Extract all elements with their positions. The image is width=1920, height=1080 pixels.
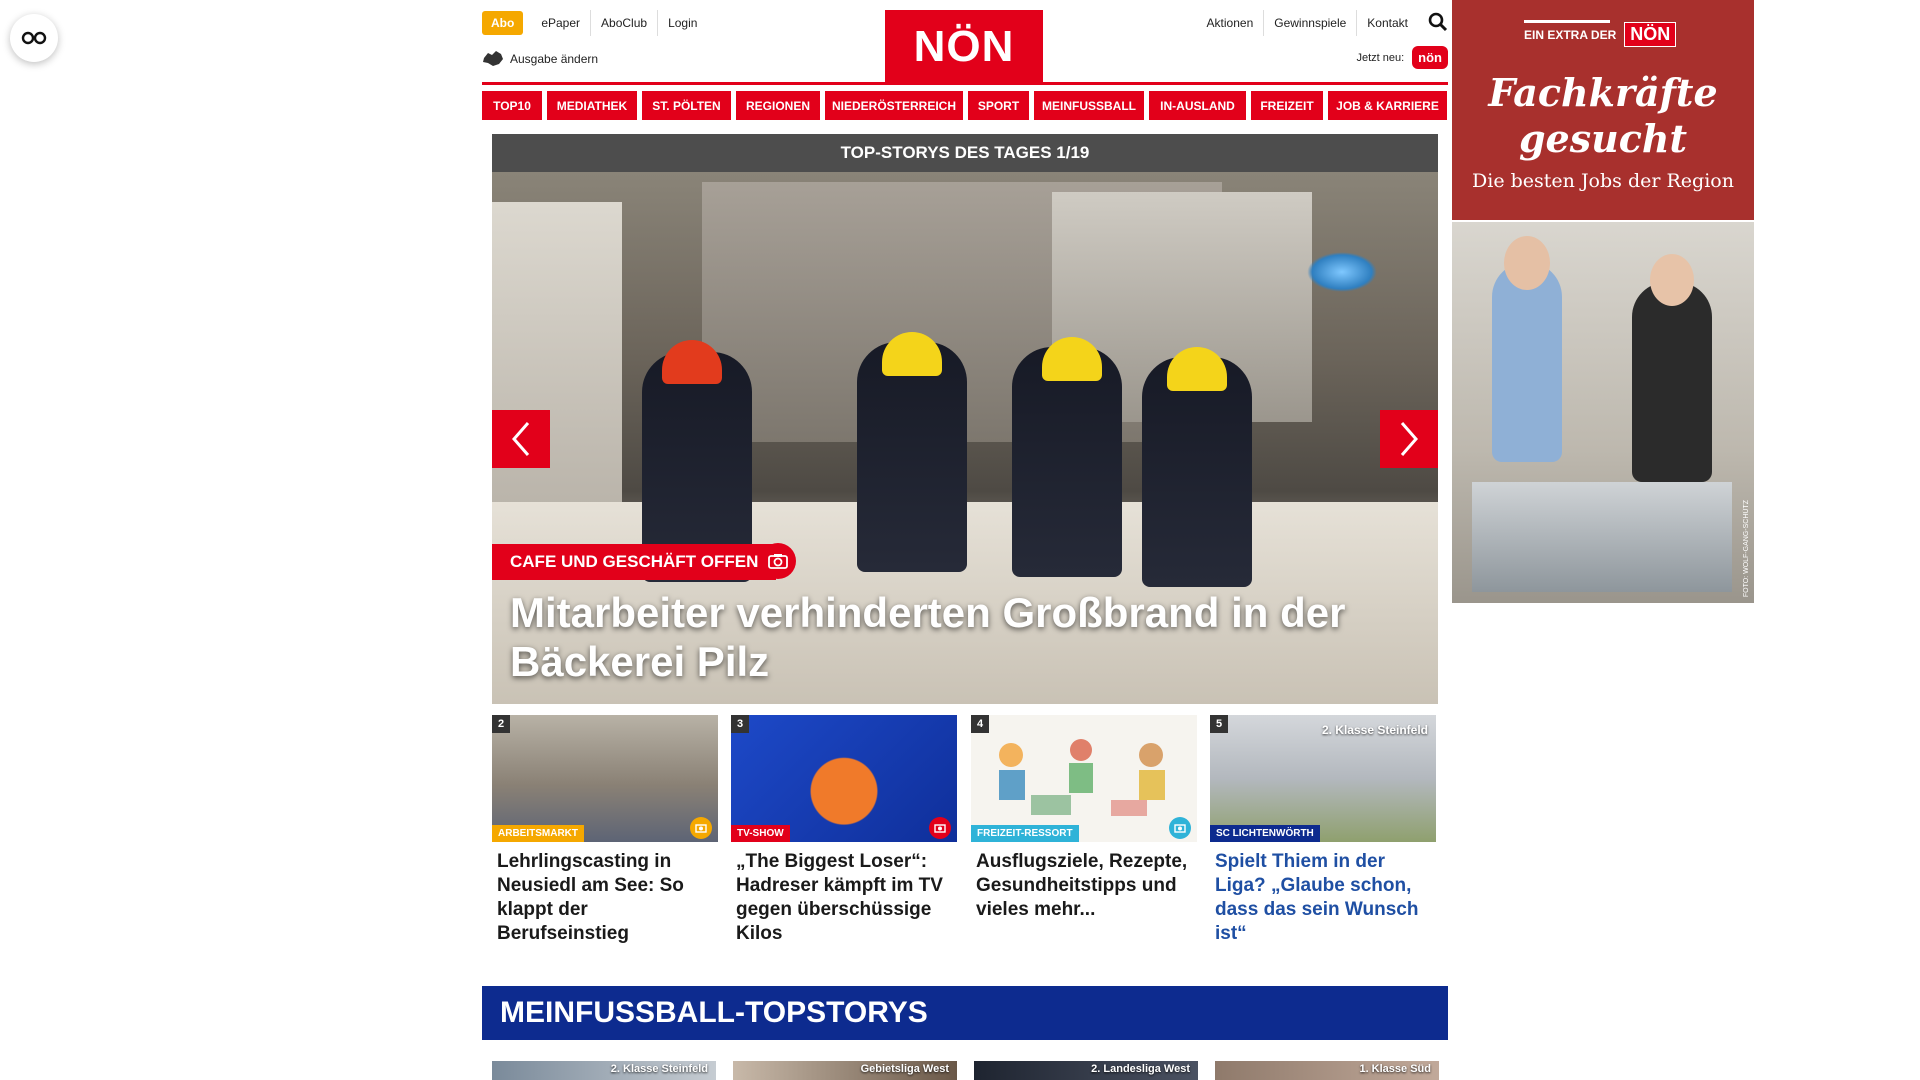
ad-extra-label: EIN EXTRA DER: [1524, 27, 1617, 42]
hero-category-tag[interactable]: CAFE UND GESCHÄFT OFFEN: [492, 544, 777, 580]
league-label: 2. Landesliga West: [1091, 1063, 1190, 1075]
story-category: TV-SHOW: [731, 825, 790, 842]
person-head: [1650, 254, 1694, 306]
top-links-right: Aktionen Gewinnspiele Kontakt: [1197, 10, 1448, 36]
ausgabe-aendern-link[interactable]: Ausgabe ändern: [482, 50, 598, 68]
chevron-right-icon: [1400, 422, 1418, 456]
story-title[interactable]: „The Biggest Loser“: Hadreser kämpft im …: [736, 850, 952, 946]
kleine-noen-badge: nön: [1412, 46, 1448, 69]
fussball-story-thumb[interactable]: 2. Klasse Steinfeld: [492, 1061, 716, 1080]
league-label: 2. Klasse Steinfeld: [610, 1063, 708, 1075]
epaper-link[interactable]: ePaper: [531, 10, 590, 36]
ad-extra-line: EIN EXTRA DER NÖN: [1524, 20, 1677, 47]
ad-header: EIN EXTRA DER NÖN Fachkräfte gesucht Die…: [1452, 0, 1754, 220]
gallery-badge: [760, 543, 796, 579]
ad-photo: FOTO: WOLF-GANG-SCHÜTZ: [1452, 222, 1754, 603]
firefighter-figure: [1142, 357, 1252, 587]
story-rank: 3: [731, 715, 749, 733]
meinfussball-section-title[interactable]: MEINFUSSBALL-TOPSTORYS: [482, 986, 1448, 1040]
nav-niederoesterreich[interactable]: NIEDERÖSTERREICH: [825, 91, 963, 120]
top-links-left: Abo ePaper AboClub Login: [482, 10, 707, 36]
story-card[interactable]: 3 TV-SHOW „The Biggest Loser“: Hadreser …: [731, 715, 957, 946]
top-storys-bar: TOP-STORYS DES TAGES 1/19: [492, 134, 1438, 172]
story-thumbnail: 2 ARBEITSMARKT: [492, 715, 718, 842]
story-category: ARBEITSMARKT: [492, 825, 584, 842]
fussball-story-thumb[interactable]: 2. Landesliga West: [974, 1061, 1198, 1080]
firefighter-figure: [857, 342, 967, 572]
kontakt-link[interactable]: Kontakt: [1356, 10, 1418, 36]
story-card[interactable]: 2 ARBEITSMARKT Lehrlingscasting in Neusi…: [492, 715, 718, 946]
photo-credit: FOTO: WOLF-GANG-SCHÜTZ: [1743, 499, 1750, 597]
hero-headline[interactable]: Mitarbeiter verhinderten Großbrand in de…: [510, 588, 1430, 686]
hero-bg-cabinet: [492, 202, 622, 532]
nav-freizeit[interactable]: FREIZEIT: [1251, 91, 1323, 120]
glasses-icon: [21, 31, 47, 45]
person-figure: [1632, 282, 1712, 482]
story-title[interactable]: Spielt Thiem in der Liga? „Glaube schon,…: [1215, 850, 1431, 946]
machine-part: [1472, 482, 1732, 592]
person-head: [1504, 236, 1550, 290]
lower-austria-map-icon: [483, 51, 503, 66]
abo-button[interactable]: Abo: [482, 11, 524, 35]
slider-next-button[interactable]: [1380, 410, 1438, 468]
fussball-story-thumb[interactable]: 1. Klasse Süd: [1215, 1061, 1439, 1080]
main-navigation: TOP10 MEDIATHEK ST. PÖLTEN REGIONEN NIED…: [482, 91, 1448, 120]
ad-headline-line2: gesucht: [1518, 116, 1688, 161]
ad-noen-logo: NÖN: [1624, 22, 1677, 47]
camera-icon: [929, 817, 951, 839]
story-rank: 4: [971, 715, 989, 733]
nav-st-poelten[interactable]: ST. PÖLTEN: [642, 91, 731, 120]
site-header: Abo ePaper AboClub Login Ausgabe ändern …: [482, 0, 1448, 84]
league-label: 2. Klasse Steinfeld: [1321, 723, 1428, 737]
story-category: FREIZEIT-RESSORT: [971, 825, 1079, 842]
aboclub-link[interactable]: AboClub: [590, 10, 657, 36]
story-thumbnail: 4 FREIZEIT-RESSORT: [971, 715, 1197, 842]
noen-logo[interactable]: NÖN: [885, 10, 1043, 84]
camera-icon: [1169, 817, 1191, 839]
gewinnspiele-link[interactable]: Gewinnspiele: [1263, 10, 1356, 36]
ausgabe-label: Ausgabe ändern: [510, 52, 599, 66]
nav-regionen[interactable]: REGIONEN: [736, 91, 820, 120]
nav-mediathek[interactable]: MEDIATHEK: [547, 91, 637, 120]
login-link[interactable]: Login: [657, 10, 707, 36]
nav-meinfussball[interactable]: MEINFUSSBALL: [1034, 91, 1144, 120]
hero-bg-light: [1307, 252, 1377, 292]
person-figure: [1492, 262, 1562, 462]
story-title[interactable]: Lehrlingscasting in Neusiedl am See: So …: [497, 850, 713, 946]
ad-subline: Die besten Jobs der Region: [1472, 170, 1734, 192]
story-title[interactable]: Ausflugsziele, Rezepte, Gesundheitstipps…: [976, 850, 1192, 922]
fussball-story-thumb[interactable]: Gebietsliga West: [733, 1061, 957, 1080]
header-divider: [482, 82, 1448, 85]
story-rank: 2: [492, 715, 510, 733]
nav-job-karriere[interactable]: JOB & KARRIERE: [1328, 91, 1447, 120]
story-card[interactable]: 5 2. Klasse Steinfeld SC LICHTENWÖRTH Sp…: [1210, 715, 1436, 946]
story-thumbnail: 5 2. Klasse Steinfeld SC LICHTENWÖRTH: [1210, 715, 1436, 842]
nav-top10[interactable]: TOP10: [482, 91, 542, 120]
story-rank: 5: [1210, 715, 1228, 733]
league-label: Gebietsliga West: [860, 1063, 949, 1075]
job-ad-banner[interactable]: EIN EXTRA DER NÖN Fachkräfte gesucht Die…: [1452, 0, 1754, 603]
ad-headline-line1: Fachkräfte: [1488, 70, 1718, 115]
firefighter-figure: [1012, 347, 1122, 577]
slider-prev-button[interactable]: [492, 410, 550, 468]
jetzt-neu-promo[interactable]: Jetzt neu: nön: [1356, 46, 1448, 69]
camera-icon: [768, 554, 788, 569]
illustration-icon: [999, 739, 1165, 816]
reader-mode-button[interactable]: [10, 14, 58, 62]
ad-headline: Fachkräfte gesucht: [1452, 70, 1754, 162]
chevron-left-icon: [512, 422, 530, 456]
nav-sport[interactable]: SPORT: [968, 91, 1029, 120]
jetzt-neu-label: Jetzt neu:: [1356, 51, 1405, 64]
ad-bar: [1524, 20, 1610, 23]
story-thumbnail: 3 TV-SHOW: [731, 715, 957, 842]
story-card[interactable]: 4 FREIZEIT-RESSORT Ausflugsziele, Rezept…: [971, 715, 1197, 922]
league-label: 1. Klasse Süd: [1359, 1063, 1431, 1075]
nav-in-ausland[interactable]: IN-AUSLAND: [1149, 91, 1246, 120]
search-button[interactable]: [1428, 12, 1448, 35]
aktionen-link[interactable]: Aktionen: [1197, 10, 1264, 36]
story-category: SC LICHTENWÖRTH: [1210, 825, 1320, 842]
camera-icon: [690, 817, 712, 839]
search-icon: [1428, 12, 1448, 31]
